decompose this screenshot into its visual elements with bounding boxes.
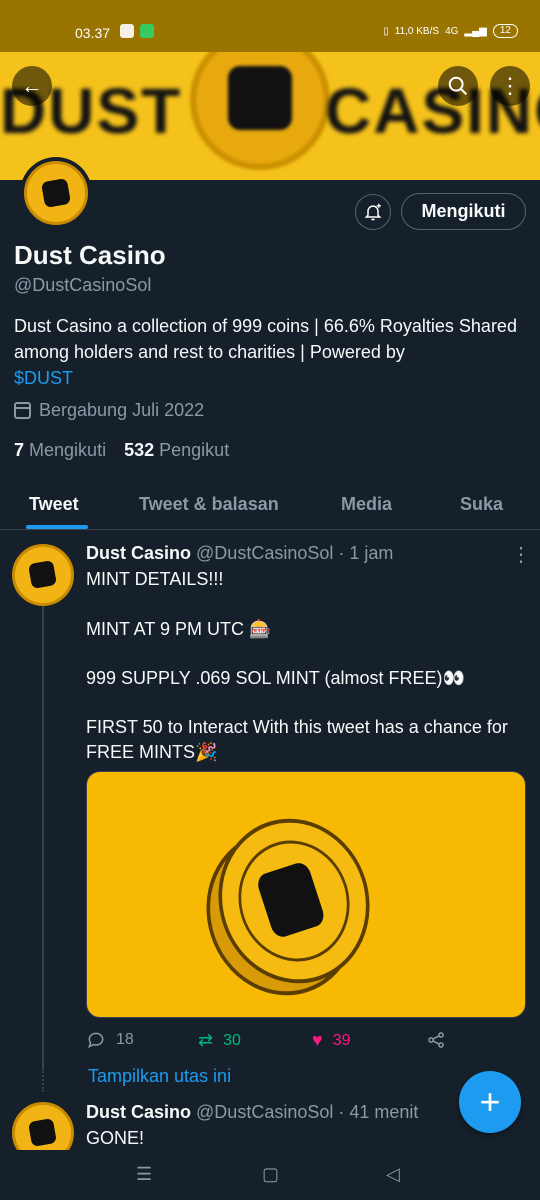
tweet-author-name[interactable]: Dust Casino (86, 543, 191, 563)
tweet-text-line: 999 SUPPLY .069 SOL MINT (almost FREE)👀 (86, 668, 465, 688)
joined-date: Bergabung Juli 2022 (14, 400, 204, 421)
search-icon (448, 76, 467, 95)
retweet-icon: ⇄ (198, 1030, 214, 1050)
tab-likes[interactable]: Suka (460, 494, 503, 515)
tweet-author-handle: @DustCasinoSol (196, 1102, 334, 1122)
notification-bell-button[interactable] (355, 194, 391, 230)
plus-icon: + (479, 1081, 501, 1122)
following-stat[interactable]: 7 Mengikuti (14, 440, 106, 461)
system-nav-bar: ☰ ▢ ◁ (0, 1150, 540, 1200)
tweet-text-line: MINT AT 9 PM UTC 🎰 (86, 619, 272, 639)
followers-stat[interactable]: 532 Pengikut (124, 440, 229, 461)
followers-count: 532 (124, 440, 155, 460)
status-bar: 03.37 ▯ 11,0 KB/S 4G ▂▄▆ 12 (0, 0, 540, 52)
share-icon (428, 1032, 444, 1048)
tweet-time: · 1 jam (338, 543, 394, 563)
following-count: 7 (14, 440, 25, 460)
status-time: 03.37 (75, 25, 111, 41)
tweet-author-handle: @DustCasinoSol (196, 543, 334, 563)
more-vertical-icon: ⋮ (511, 544, 531, 566)
back-button[interactable]: ← (12, 66, 52, 106)
back-nav-icon[interactable]: ◁ (386, 1164, 400, 1185)
banner-coin-image (190, 52, 330, 170)
like-button[interactable]: ♥ 39 (312, 1030, 350, 1051)
coin-face (197, 798, 391, 1004)
profile-banner[interactable]: DUST CASINO ← ⋮ (0, 52, 540, 180)
share-button[interactable] (426, 1030, 446, 1050)
game-controller-icon (120, 24, 134, 38)
heart-icon: ♥ (312, 1030, 323, 1050)
more-vertical-icon: ⋮ (499, 73, 521, 98)
arrow-left-icon: ← (21, 73, 43, 98)
search-button[interactable] (438, 66, 478, 106)
following-button[interactable]: Mengikuti (401, 193, 526, 230)
tweet-actions: 18 ⇄ 30 ♥ 39 (86, 1030, 526, 1054)
following-label: Mengikuti (29, 440, 107, 460)
home-icon[interactable]: ▢ (262, 1164, 279, 1185)
compose-tweet-button[interactable]: + (459, 1071, 521, 1133)
signal-icon: ▂▄▆ (464, 25, 487, 37)
thread-dots (42, 1068, 44, 1092)
show-thread-link[interactable]: Tampilkan utas ini (88, 1066, 231, 1087)
tab-tweet[interactable]: Tweet (29, 494, 79, 515)
net-speed: 11,0 KB/S (394, 25, 440, 37)
retweet-button[interactable]: ⇄ 30 (198, 1030, 241, 1051)
tweet-more-button[interactable]: ⋮ (511, 542, 531, 567)
notification-icons (120, 24, 154, 38)
more-options-button[interactable]: ⋮ (490, 66, 530, 106)
tweet-media-image[interactable] (86, 771, 526, 1018)
joined-text: Bergabung Juli 2022 (39, 400, 205, 420)
profile-tabs: Tweet Tweet & balasan Media Suka (0, 480, 540, 530)
reply-button[interactable]: 18 (86, 1030, 134, 1050)
profile-avatar[interactable] (20, 157, 92, 229)
network-type: 4G (445, 25, 459, 37)
bio-cashtag-link[interactable]: $DUST (14, 368, 73, 388)
active-tab-indicator (26, 525, 88, 529)
tweet-text-line: MINT DETAILS!!! (86, 569, 224, 589)
tweet-author-name[interactable]: Dust Casino (86, 1102, 191, 1122)
profile-handle: @DustCasinoSol (14, 275, 152, 295)
retweet-count: 30 (223, 1031, 241, 1049)
profile-bio: Dust Casino a collection of 999 coins | … (14, 313, 524, 391)
bell-plus-icon (364, 203, 382, 221)
calendar-icon (14, 402, 31, 419)
status-right: ▯ 11,0 KB/S 4G ▂▄▆ 12 (383, 24, 518, 38)
reply-icon (88, 1032, 104, 1049)
tab-tweet-replies[interactable]: Tweet & balasan (139, 494, 279, 515)
recent-apps-icon[interactable]: ☰ (136, 1164, 152, 1185)
reply-count: 18 (116, 1031, 134, 1048)
tweet-text: GONE! (86, 1128, 145, 1148)
tweet-header: Dust Casino @DustCasinoSol · 41 menit (86, 1102, 418, 1123)
thread-line (42, 606, 44, 1068)
tab-media[interactable]: Media (341, 494, 392, 515)
battery-icon: 12 (492, 24, 518, 38)
profile-name: Dust Casino (14, 240, 166, 270)
tweet-header: Dust Casino @DustCasinoSol · 1 jam (86, 543, 393, 564)
bio-text: Dust Casino a collection of 999 coins | … (14, 316, 517, 362)
app-notification-icon (140, 24, 154, 38)
like-count: 39 (332, 1031, 351, 1049)
followers-label: Pengikut (159, 440, 230, 460)
vibrate-icon: ▯ (383, 25, 389, 37)
tweet-text-line: FIRST 50 to Interact With this tweet has… (86, 717, 508, 762)
follow-stats: 7 Mengikuti 532 Pengikut (14, 440, 229, 461)
tweet-time: · 41 menit (338, 1102, 419, 1122)
tweet-avatar[interactable] (12, 544, 74, 606)
